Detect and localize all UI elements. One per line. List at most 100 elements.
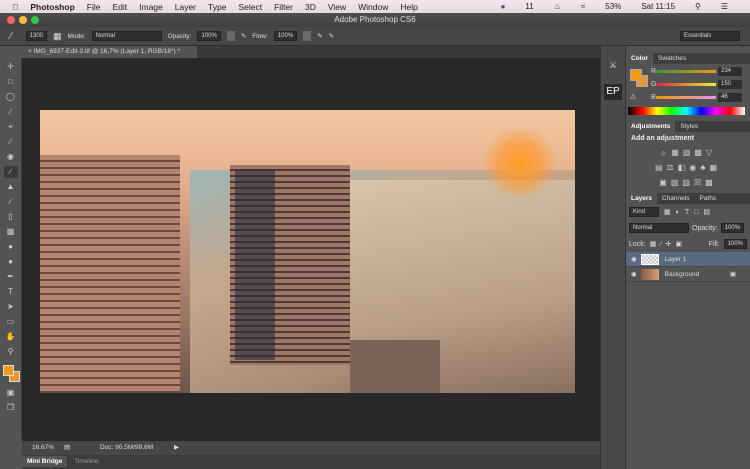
layer-row[interactable]: ◉ Layer 1: [626, 252, 750, 267]
eraser-tool-icon[interactable]: ▯: [4, 211, 18, 223]
type-tool-icon[interactable]: T: [4, 286, 18, 298]
menu-view[interactable]: View: [328, 2, 346, 12]
airbrush-icon[interactable]: ✎: [317, 32, 322, 40]
lock-pixels-icon[interactable]: ∕: [660, 241, 661, 248]
history-brush-tool-icon[interactable]: ∕: [4, 196, 18, 208]
selective-color-icon[interactable]: ☒: [694, 178, 705, 187]
menu-window[interactable]: Window: [358, 2, 388, 12]
visibility-eye-icon[interactable]: ◉: [631, 270, 637, 278]
brightness-icon[interactable]: ☼: [660, 148, 671, 157]
dodge-tool-icon[interactable]: ●: [4, 256, 18, 268]
crop-tool-icon[interactable]: ⌖: [4, 121, 18, 133]
g-slider[interactable]: [656, 83, 716, 86]
brush-tool-icon[interactable]: ∕: [10, 31, 12, 42]
menu-3d[interactable]: 3D: [305, 2, 316, 12]
filter-adjustment-icon[interactable]: ◐: [676, 209, 680, 216]
flow-input[interactable]: 100%: [273, 31, 298, 41]
color-swatches[interactable]: [0, 362, 21, 384]
pressure-size-icon[interactable]: ✎: [329, 32, 334, 40]
move-tool-icon[interactable]: ✛: [4, 61, 18, 73]
menu-edit[interactable]: Edit: [112, 2, 127, 12]
mode-select[interactable]: Normal: [91, 31, 162, 41]
workspace-select[interactable]: Essentials: [680, 31, 740, 41]
tab-layers[interactable]: Layers: [626, 193, 657, 204]
lock-position-icon[interactable]: ✛: [666, 240, 672, 248]
filter-shape-icon[interactable]: □: [694, 209, 698, 216]
exposure-icon[interactable]: ▩: [694, 148, 706, 157]
eyedropper-tool-icon[interactable]: ∕: [4, 136, 18, 148]
menu-help[interactable]: Help: [400, 2, 417, 12]
menu-type[interactable]: Type: [208, 2, 226, 12]
brush-size-picker[interactable]: 1300: [25, 31, 48, 41]
color-lookup-icon[interactable]: ▦: [709, 163, 721, 172]
menu-file[interactable]: File: [87, 2, 101, 12]
zoom-button[interactable]: [31, 16, 39, 24]
filter-pixel-icon[interactable]: ▦: [664, 208, 671, 216]
healing-tool-icon[interactable]: ◉: [4, 151, 18, 163]
blur-tool-icon[interactable]: ●: [4, 241, 18, 253]
gamut-warning-icon[interactable]: ⚠: [630, 93, 636, 101]
gradient-tool-icon[interactable]: ▩: [4, 226, 18, 238]
tab-color[interactable]: Color: [626, 53, 653, 64]
opacity-input[interactable]: 100%: [197, 31, 221, 41]
lock-all-icon[interactable]: ▣: [675, 240, 682, 248]
document-tab[interactable]: × IMG_6937-Edit-3.tif @ 16,7% (Layer 1, …: [22, 46, 197, 58]
pen-tool-icon[interactable]: ✒: [4, 271, 18, 283]
tab-mini-bridge[interactable]: Mini Bridge: [22, 456, 68, 467]
layer-filter-select[interactable]: Kind: [629, 207, 659, 217]
menu-select[interactable]: Select: [238, 2, 262, 12]
levels-icon[interactable]: ▦: [671, 148, 683, 157]
quick-mask-icon[interactable]: ▣: [4, 387, 18, 399]
layer-opacity-input[interactable]: 100%: [720, 223, 745, 233]
photo-filter-icon[interactable]: ◉: [689, 163, 700, 172]
twitter-icon[interactable]: ●: [501, 2, 506, 11]
layer-name[interactable]: Background: [665, 271, 700, 278]
info-panel-icon[interactable]: ⚔: [605, 60, 621, 74]
tab-channels[interactable]: Channels: [657, 193, 694, 204]
blend-mode-select[interactable]: Normal: [629, 223, 689, 233]
shape-tool-icon[interactable]: ▭: [4, 316, 18, 328]
r-slider[interactable]: [656, 70, 716, 73]
color-balance-icon[interactable]: ⚖: [667, 163, 678, 172]
battery-level[interactable]: 53%: [605, 2, 621, 11]
marquee-tool-icon[interactable]: □: [4, 76, 18, 88]
lock-transparent-icon[interactable]: ▦: [650, 240, 657, 248]
apple-icon[interactable]: : [12, 2, 18, 12]
zoom-level[interactable]: 16.67%: [32, 441, 54, 455]
menu-app[interactable]: Photoshop: [30, 2, 74, 12]
wifi-icon[interactable]: ≈: [581, 2, 585, 11]
foreground-color-swatch[interactable]: [3, 365, 14, 376]
color-spectrum[interactable]: [628, 107, 745, 115]
adjustment-icons[interactable]: ☼▦▧▩▽ ▤⚖◧◉♣▦ ▣▨▧☒▩: [626, 145, 750, 190]
search-icon[interactable]: ⚲: [695, 2, 701, 11]
minimize-button[interactable]: [19, 16, 27, 24]
tab-timeline[interactable]: Timeline: [69, 458, 103, 465]
path-select-tool-icon[interactable]: ➤: [4, 301, 18, 313]
color-foreground-swatch[interactable]: [630, 69, 642, 81]
gradient-map-icon[interactable]: ▩: [705, 178, 717, 187]
close-button[interactable]: [7, 16, 15, 24]
visibility-eye-icon[interactable]: ◉: [631, 255, 637, 263]
posterize-icon[interactable]: ▨: [671, 178, 683, 187]
flow-dropdown[interactable]: [303, 31, 312, 41]
pressure-opacity-icon[interactable]: ✎: [241, 32, 246, 40]
opacity-dropdown[interactable]: [226, 31, 235, 41]
tab-adjustments[interactable]: Adjustments: [626, 121, 676, 132]
export-icon[interactable]: ▤: [64, 441, 70, 455]
menu-layer[interactable]: Layer: [175, 2, 196, 12]
status-menu-arrow-icon[interactable]: ▶: [174, 441, 179, 455]
stamp-tool-icon[interactable]: ▲: [4, 181, 18, 193]
tab-paths[interactable]: Paths: [694, 193, 721, 204]
clock[interactable]: Sat 11:15: [641, 2, 675, 11]
volume-icon[interactable]: ♨: [554, 2, 561, 11]
brush-panel-icon[interactable]: ▦: [53, 31, 62, 42]
hue-saturation-icon[interactable]: ▤: [655, 163, 667, 172]
hand-tool-icon[interactable]: ✋: [4, 331, 18, 343]
b-value[interactable]: 46: [718, 93, 742, 102]
menu-image[interactable]: Image: [139, 2, 163, 12]
vibrance-icon[interactable]: ▽: [706, 148, 716, 157]
filter-smart-icon[interactable]: ▤: [703, 208, 710, 216]
lasso-tool-icon[interactable]: ◯: [4, 91, 18, 103]
menu-filter[interactable]: Filter: [274, 2, 293, 12]
curves-icon[interactable]: ▧: [683, 148, 695, 157]
